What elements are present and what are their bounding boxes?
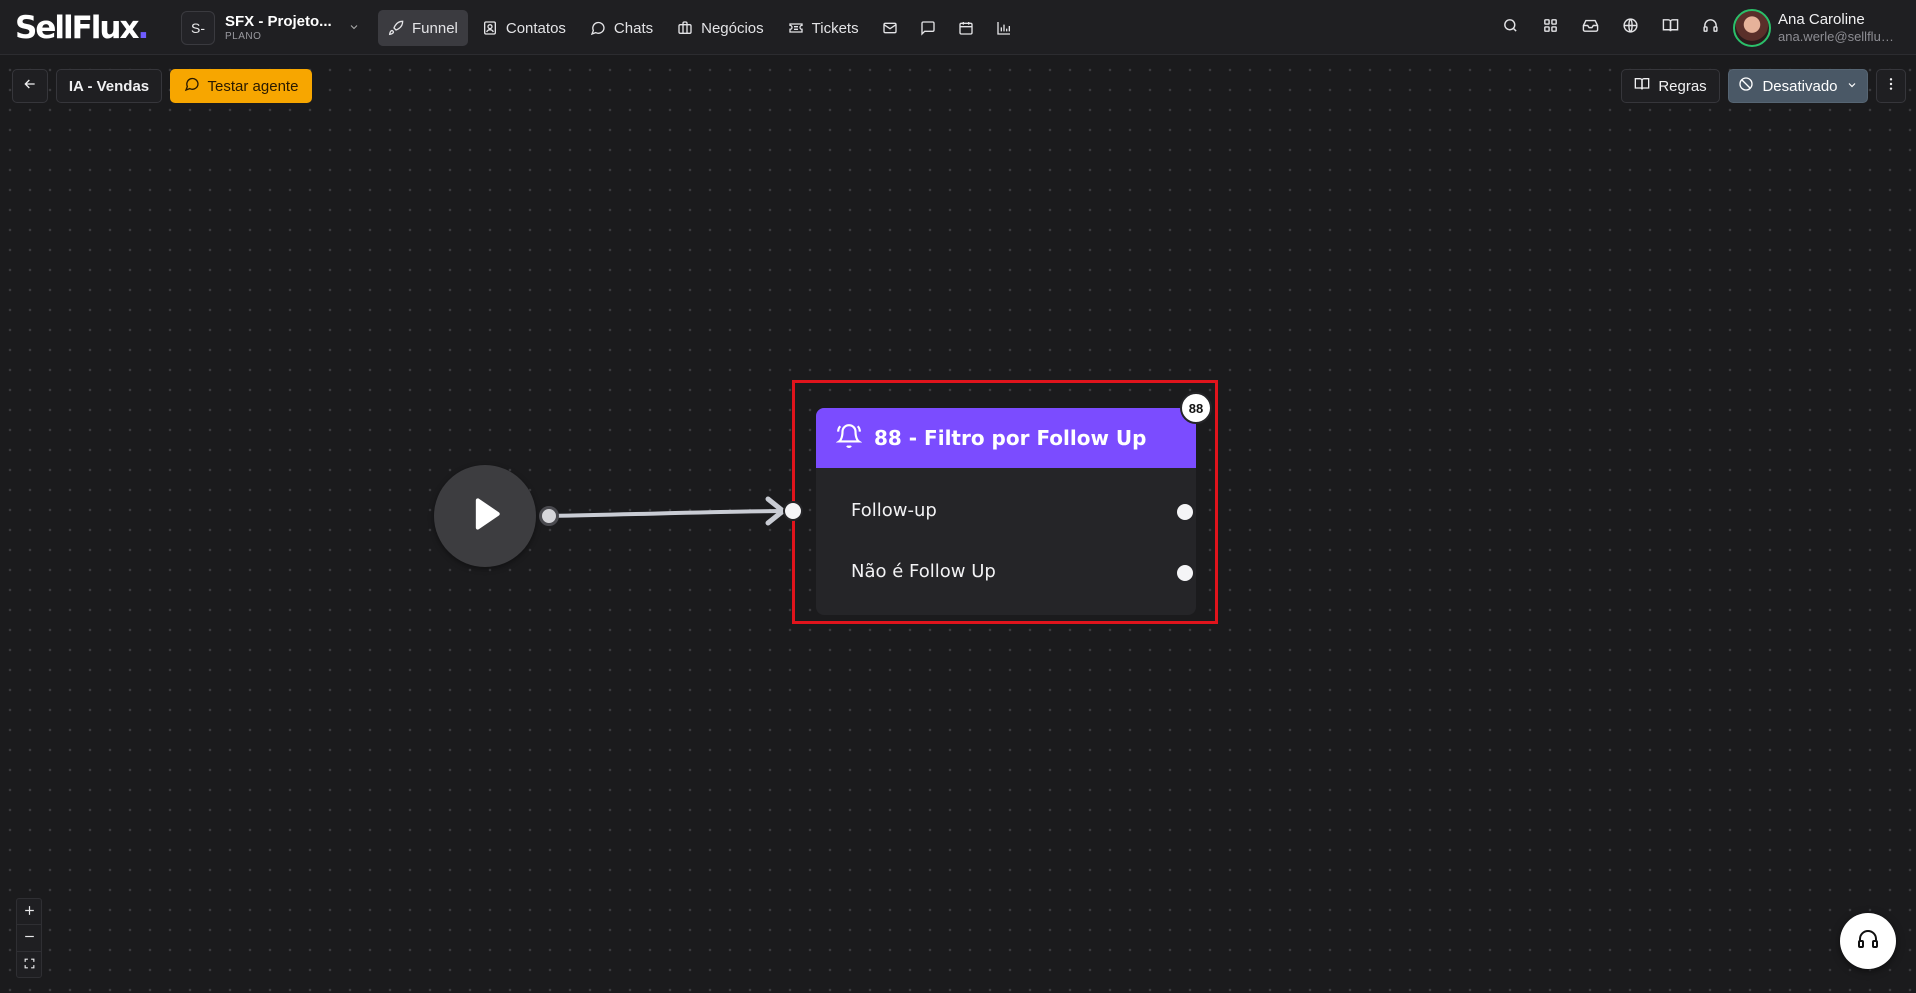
filter-node-header[interactable]: 88 - Filtro por Follow Up	[816, 408, 1196, 468]
node-id-badge: 88	[1180, 392, 1212, 424]
play-icon	[463, 492, 507, 541]
option-follow-up: Follow-up	[851, 500, 937, 521]
start-node-output-handle[interactable]	[539, 506, 559, 526]
filter-node[interactable]: 88 - Filtro por Follow Up 88 Follow-up N…	[816, 392, 1212, 615]
option-nao-follow-up: Não é Follow Up	[851, 561, 996, 582]
start-node[interactable]	[434, 465, 536, 567]
fit-view-button[interactable]	[17, 952, 41, 977]
zoom-in-button[interactable]	[17, 899, 41, 926]
output-handle-nao-follow-up[interactable]	[1175, 563, 1195, 583]
minus-icon	[23, 927, 36, 948]
zoom-out-button[interactable]	[17, 925, 41, 952]
filter-node-input-handle[interactable]	[783, 501, 803, 521]
support-chat-button[interactable]	[1840, 913, 1896, 969]
bell-icon	[835, 423, 863, 454]
zoom-controls	[16, 898, 42, 978]
filter-node-title: 88 - Filtro por Follow Up	[874, 426, 1147, 450]
edge-line	[548, 509, 783, 518]
plus-icon	[23, 901, 36, 922]
headset-icon	[1856, 927, 1880, 956]
output-handle-follow-up[interactable]	[1175, 502, 1195, 522]
fullscreen-icon	[23, 954, 36, 975]
